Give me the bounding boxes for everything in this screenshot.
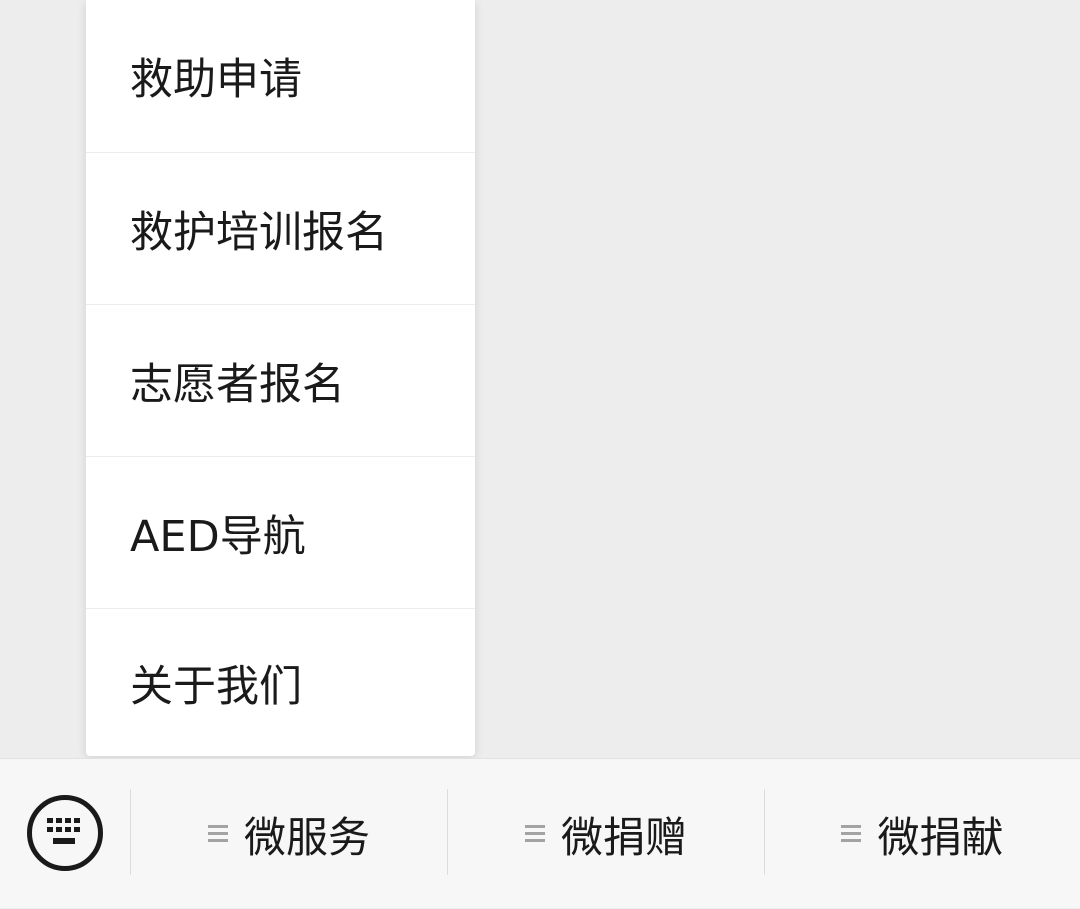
menu-item-first-aid-training[interactable]: 救护培训报名 bbox=[86, 152, 475, 304]
tab-label: 微捐献 bbox=[877, 812, 1004, 862]
menu-item-label: 关于我们 bbox=[130, 661, 302, 712]
submenu-popup: 救助申请 救护培训报名 志愿者报名 AED导航 关于我们 bbox=[86, 0, 475, 756]
menu-lines-icon bbox=[524, 825, 545, 843]
bottom-menu-bar: 微服务 微捐赠 微捐献 bbox=[0, 758, 1080, 908]
menu-lines-icon bbox=[841, 825, 862, 843]
keyboard-icon bbox=[47, 818, 80, 844]
menu-item-label: AED导航 bbox=[130, 511, 306, 562]
tab-label: 微捐赠 bbox=[560, 812, 687, 862]
tab-label: 微服务 bbox=[243, 812, 370, 862]
menu-item-label: 志愿者报名 bbox=[130, 359, 345, 410]
menu-item-aed-navigation[interactable]: AED导航 bbox=[86, 456, 475, 608]
keyboard-toggle-button[interactable] bbox=[27, 795, 103, 871]
tab-micro-donation[interactable]: 微捐赠 bbox=[448, 759, 764, 909]
menu-item-volunteer-signup[interactable]: 志愿者报名 bbox=[86, 304, 475, 456]
menu-item-label: 救助申请 bbox=[130, 55, 302, 105]
menu-item-rescue-application[interactable]: 救助申请 bbox=[86, 0, 475, 152]
tab-micro-contribution[interactable]: 微捐献 bbox=[765, 759, 1080, 909]
menu-item-about-us[interactable]: 关于我们 bbox=[86, 608, 475, 756]
tab-micro-service[interactable]: 微服务 bbox=[131, 759, 447, 909]
menu-item-label: 救护培训报名 bbox=[130, 207, 388, 258]
menu-lines-icon bbox=[207, 825, 228, 843]
